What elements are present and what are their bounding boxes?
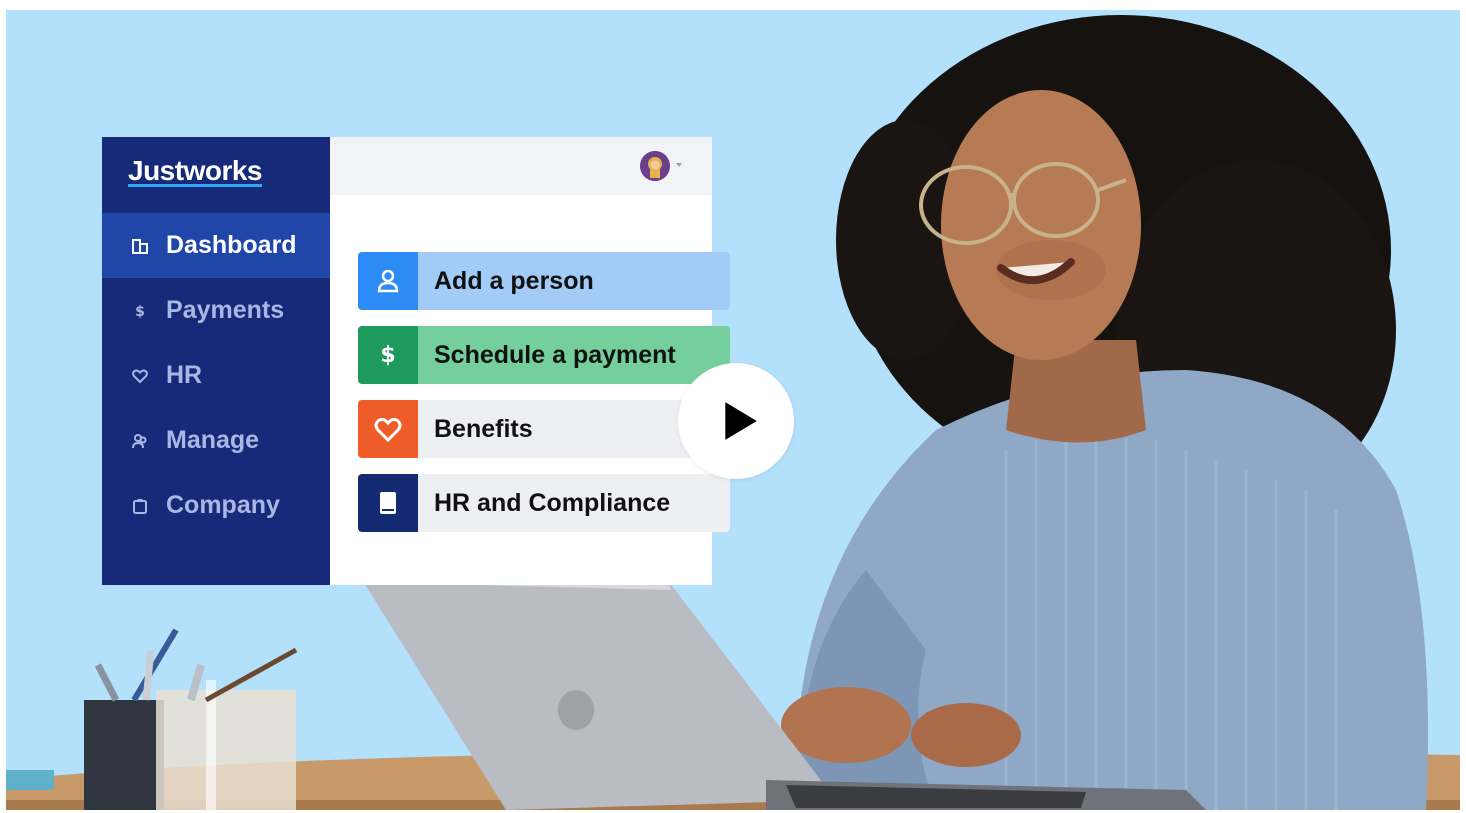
user-avatar-icon[interactable] <box>640 151 670 181</box>
action-label: Schedule a payment <box>418 326 730 384</box>
hr-compliance-button[interactable]: HR and Compliance <box>358 474 730 532</box>
book-icon <box>358 474 418 532</box>
sidebar-item-company[interactable]: Company <box>102 473 330 538</box>
panel-header <box>330 137 712 195</box>
svg-text:$: $ <box>135 304 145 320</box>
sidebar-item-dashboard[interactable]: Dashboard <box>102 213 330 278</box>
sidebar-item-payments[interactable]: $ Payments <box>102 278 330 343</box>
benefits-button[interactable]: Benefits <box>358 400 730 458</box>
dollar-icon: $ <box>128 299 152 323</box>
sidebar-item-label: Company <box>166 491 280 519</box>
schedule-payment-button[interactable]: $ Schedule a payment <box>358 326 730 384</box>
people-icon <box>128 429 152 453</box>
sidebar-item-label: Dashboard <box>166 231 297 259</box>
hero-video-thumbnail[interactable]: Justworks Dashboard $ Payments HR Manage… <box>6 10 1460 810</box>
sidebar-item-manage[interactable]: Manage <box>102 408 330 473</box>
play-button[interactable] <box>678 363 794 479</box>
sidebar-item-label: Manage <box>166 426 260 454</box>
building-icon <box>128 234 152 258</box>
action-label: Add a person <box>418 252 730 310</box>
svg-text:$: $ <box>380 343 395 368</box>
justworks-logo[interactable]: Justworks <box>128 155 263 187</box>
clipboard-icon <box>128 494 152 518</box>
add-person-button[interactable]: Add a person <box>358 252 730 310</box>
heart-icon <box>128 364 152 388</box>
heart-icon <box>358 400 418 458</box>
sidebar-item-label: HR <box>166 361 203 389</box>
sidebar-item-hr[interactable]: HR <box>102 343 330 408</box>
person-icon <box>358 252 418 310</box>
sidebar-nav: Dashboard $ Payments HR Manage Company <box>102 213 330 538</box>
sidebar-item-label: Payments <box>166 296 285 324</box>
dollar-icon: $ <box>358 326 418 384</box>
sidebar: Justworks Dashboard $ Payments HR Manage… <box>102 137 330 585</box>
play-icon <box>725 402 757 440</box>
action-label: HR and Compliance <box>418 474 730 532</box>
chevron-down-icon[interactable] <box>675 161 683 169</box>
